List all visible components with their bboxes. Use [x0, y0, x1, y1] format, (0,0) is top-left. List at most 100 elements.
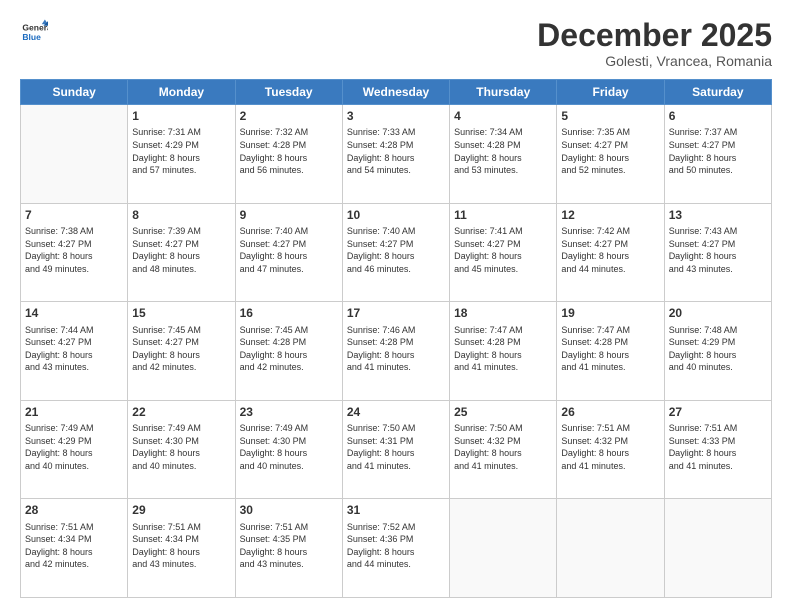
day-info: Sunrise: 7:51 AM Sunset: 4:35 PM Dayligh…: [240, 521, 338, 571]
weekday-header-row: SundayMondayTuesdayWednesdayThursdayFrid…: [21, 80, 772, 105]
day-cell: 29 Sunrise: 7:51 AM Sunset: 4:34 PM Dayli…: [128, 499, 235, 598]
day-info: Sunrise: 7:40 AM Sunset: 4:27 PM Dayligh…: [240, 225, 338, 275]
day-info: Sunrise: 7:51 AM Sunset: 4:34 PM Dayligh…: [25, 521, 123, 571]
day-info: Sunrise: 7:50 AM Sunset: 4:32 PM Dayligh…: [454, 422, 552, 472]
day-info: Sunrise: 7:52 AM Sunset: 4:36 PM Dayligh…: [347, 521, 445, 571]
day-cell: 17 Sunrise: 7:46 AM Sunset: 4:28 PM Dayli…: [342, 302, 449, 401]
day-number: 16: [240, 305, 338, 321]
day-info: Sunrise: 7:44 AM Sunset: 4:27 PM Dayligh…: [25, 324, 123, 374]
day-number: 28: [25, 502, 123, 518]
weekday-header-sunday: Sunday: [21, 80, 128, 105]
weekday-header-saturday: Saturday: [664, 80, 771, 105]
calendar-table: SundayMondayTuesdayWednesdayThursdayFrid…: [20, 79, 772, 598]
day-info: Sunrise: 7:31 AM Sunset: 4:29 PM Dayligh…: [132, 126, 230, 176]
day-number: 4: [454, 108, 552, 124]
day-info: Sunrise: 7:51 AM Sunset: 4:34 PM Dayligh…: [132, 521, 230, 571]
weekday-header-tuesday: Tuesday: [235, 80, 342, 105]
day-number: 21: [25, 404, 123, 420]
day-cell: 5Sunrise: 7:35 AM Sunset: 4:27 PM Daylig…: [557, 105, 664, 204]
day-number: 13: [669, 207, 767, 223]
day-number: 22: [132, 404, 230, 420]
day-number: 5: [561, 108, 659, 124]
day-cell: 28 Sunrise: 7:51 AM Sunset: 4:34 PM Dayli…: [21, 499, 128, 598]
week-row-5: 28 Sunrise: 7:51 AM Sunset: 4:34 PM Dayli…: [21, 499, 772, 598]
day-cell: 15Sunrise: 7:45 AM Sunset: 4:27 PM Dayli…: [128, 302, 235, 401]
day-cell: 14 Sunrise: 7:44 AM Sunset: 4:27 PM Dayli…: [21, 302, 128, 401]
day-cell: 24 Sunrise: 7:50 AM Sunset: 4:31 PM Dayli…: [342, 400, 449, 499]
svg-text:Blue: Blue: [22, 32, 41, 42]
day-number: 9: [240, 207, 338, 223]
day-cell: 12Sunrise: 7:42 AM Sunset: 4:27 PM Dayli…: [557, 203, 664, 302]
day-info: Sunrise: 7:45 AM Sunset: 4:27 PM Dayligh…: [132, 324, 230, 374]
day-info: Sunrise: 7:51 AM Sunset: 4:33 PM Dayligh…: [669, 422, 767, 472]
day-cell: 8Sunrise: 7:39 AM Sunset: 4:27 PM Daylig…: [128, 203, 235, 302]
day-number: 7: [25, 207, 123, 223]
logo: General Blue: [20, 18, 48, 46]
week-row-3: 14 Sunrise: 7:44 AM Sunset: 4:27 PM Dayli…: [21, 302, 772, 401]
weekday-header-friday: Friday: [557, 80, 664, 105]
day-number: 23: [240, 404, 338, 420]
day-cell: [557, 499, 664, 598]
day-cell: 4Sunrise: 7:34 AM Sunset: 4:28 PM Daylig…: [450, 105, 557, 204]
day-cell: 11Sunrise: 7:41 AM Sunset: 4:27 PM Dayli…: [450, 203, 557, 302]
week-row-4: 21 Sunrise: 7:49 AM Sunset: 4:29 PM Dayli…: [21, 400, 772, 499]
day-info: Sunrise: 7:48 AM Sunset: 4:29 PM Dayligh…: [669, 324, 767, 374]
day-number: 14: [25, 305, 123, 321]
day-cell: 3Sunrise: 7:33 AM Sunset: 4:28 PM Daylig…: [342, 105, 449, 204]
day-cell: 18Sunrise: 7:47 AM Sunset: 4:28 PM Dayli…: [450, 302, 557, 401]
day-info: Sunrise: 7:32 AM Sunset: 4:28 PM Dayligh…: [240, 126, 338, 176]
day-number: 2: [240, 108, 338, 124]
day-info: Sunrise: 7:50 AM Sunset: 4:31 PM Dayligh…: [347, 422, 445, 472]
day-number: 26: [561, 404, 659, 420]
day-cell: 2 Sunrise: 7:32 AM Sunset: 4:28 PM Daylig…: [235, 105, 342, 204]
day-number: 27: [669, 404, 767, 420]
day-cell: 25 Sunrise: 7:50 AM Sunset: 4:32 PM Dayli…: [450, 400, 557, 499]
title-block: December 2025 Golesti, Vrancea, Romania: [537, 18, 772, 69]
day-info: Sunrise: 7:33 AM Sunset: 4:28 PM Dayligh…: [347, 126, 445, 176]
day-cell: 1Sunrise: 7:31 AM Sunset: 4:29 PM Daylig…: [128, 105, 235, 204]
day-info: Sunrise: 7:46 AM Sunset: 4:28 PM Dayligh…: [347, 324, 445, 374]
day-number: 10: [347, 207, 445, 223]
day-cell: 16 Sunrise: 7:45 AM Sunset: 4:28 PM Dayli…: [235, 302, 342, 401]
day-info: Sunrise: 7:49 AM Sunset: 4:30 PM Dayligh…: [240, 422, 338, 472]
logo-icon: General Blue: [20, 18, 48, 46]
day-info: Sunrise: 7:51 AM Sunset: 4:32 PM Dayligh…: [561, 422, 659, 472]
day-info: Sunrise: 7:37 AM Sunset: 4:27 PM Dayligh…: [669, 126, 767, 176]
day-info: Sunrise: 7:47 AM Sunset: 4:28 PM Dayligh…: [561, 324, 659, 374]
day-cell: 20 Sunrise: 7:48 AM Sunset: 4:29 PM Dayli…: [664, 302, 771, 401]
day-cell: 31Sunrise: 7:52 AM Sunset: 4:36 PM Dayli…: [342, 499, 449, 598]
day-info: Sunrise: 7:43 AM Sunset: 4:27 PM Dayligh…: [669, 225, 767, 275]
day-number: 19: [561, 305, 659, 321]
header: General Blue December 2025 Golesti, Vran…: [20, 18, 772, 69]
day-info: Sunrise: 7:49 AM Sunset: 4:29 PM Dayligh…: [25, 422, 123, 472]
page: General Blue December 2025 Golesti, Vran…: [0, 0, 792, 612]
day-number: 20: [669, 305, 767, 321]
day-number: 11: [454, 207, 552, 223]
day-number: 25: [454, 404, 552, 420]
location-subtitle: Golesti, Vrancea, Romania: [537, 53, 772, 69]
day-number: 17: [347, 305, 445, 321]
day-cell: 7 Sunrise: 7:38 AM Sunset: 4:27 PM Daylig…: [21, 203, 128, 302]
day-info: Sunrise: 7:45 AM Sunset: 4:28 PM Dayligh…: [240, 324, 338, 374]
day-cell: [450, 499, 557, 598]
day-cell: 10 Sunrise: 7:40 AM Sunset: 4:27 PM Dayli…: [342, 203, 449, 302]
weekday-header-wednesday: Wednesday: [342, 80, 449, 105]
day-cell: 22 Sunrise: 7:49 AM Sunset: 4:30 PM Dayli…: [128, 400, 235, 499]
day-cell: 9 Sunrise: 7:40 AM Sunset: 4:27 PM Daylig…: [235, 203, 342, 302]
day-info: Sunrise: 7:47 AM Sunset: 4:28 PM Dayligh…: [454, 324, 552, 374]
day-cell: 30 Sunrise: 7:51 AM Sunset: 4:35 PM Dayli…: [235, 499, 342, 598]
day-info: Sunrise: 7:49 AM Sunset: 4:30 PM Dayligh…: [132, 422, 230, 472]
day-number: 29: [132, 502, 230, 518]
day-number: 24: [347, 404, 445, 420]
weekday-header-thursday: Thursday: [450, 80, 557, 105]
day-number: 6: [669, 108, 767, 124]
month-title: December 2025: [537, 18, 772, 53]
day-number: 30: [240, 502, 338, 518]
day-cell: 6 Sunrise: 7:37 AM Sunset: 4:27 PM Daylig…: [664, 105, 771, 204]
day-cell: 23 Sunrise: 7:49 AM Sunset: 4:30 PM Dayli…: [235, 400, 342, 499]
weekday-header-monday: Monday: [128, 80, 235, 105]
day-info: Sunrise: 7:40 AM Sunset: 4:27 PM Dayligh…: [347, 225, 445, 275]
day-info: Sunrise: 7:38 AM Sunset: 4:27 PM Dayligh…: [25, 225, 123, 275]
day-cell: 26 Sunrise: 7:51 AM Sunset: 4:32 PM Dayli…: [557, 400, 664, 499]
day-cell: [664, 499, 771, 598]
